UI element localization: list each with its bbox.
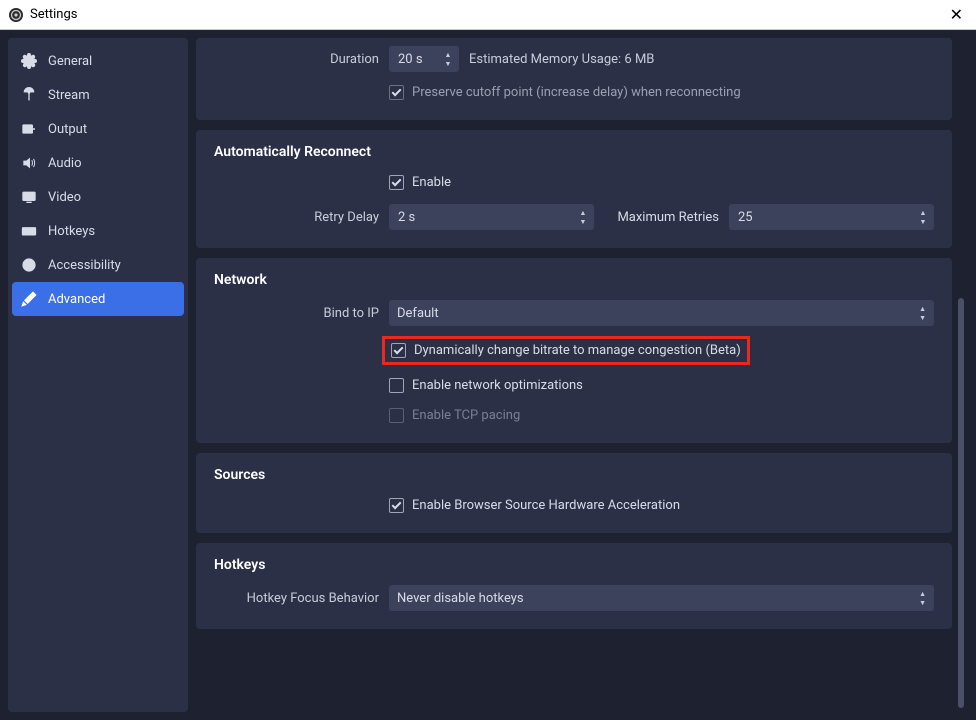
memory-hint: Estimated Memory Usage: 6 MB [469,52,654,67]
hotkey-focus-value: Never disable hotkeys [397,591,524,606]
bind-ip-label: Bind to IP [214,306,379,321]
hotkey-focus-label: Hotkey Focus Behavior [214,591,379,606]
chevron-down-icon: ▼ [919,314,926,322]
window-titlebar: Settings ✕ [0,0,976,30]
sidebar-item-accessibility[interactable]: Accessibility [8,248,188,282]
spin-down-icon[interactable]: ▼ [915,218,931,226]
duration-label: Duration [214,52,379,67]
sidebar-item-label: Accessibility [48,258,121,273]
reconnect-enable-checkbox[interactable] [389,175,404,190]
scrollbar-thumb[interactable] [958,298,964,708]
panel-stream-delay: Duration 20 s ▲▼ Estimated Memory Usage:… [196,38,952,120]
chevron-down-icon: ▼ [919,599,926,607]
panel-title-reconnect: Automatically Reconnect [214,144,934,160]
tcp-pacing-checkbox [389,408,404,423]
sidebar-item-hotkeys[interactable]: Hotkeys [8,214,188,248]
spin-up-icon[interactable]: ▲ [575,209,591,217]
network-opt-checkbox[interactable] [389,378,404,393]
max-retries-spinner[interactable]: 25 ▲▼ [729,204,934,230]
settings-sidebar: General Stream Output Audio Video Hotkey… [8,38,188,712]
sidebar-item-label: Audio [48,156,81,171]
tcp-pacing-label: Enable TCP pacing [412,408,520,423]
window-title: Settings [30,7,77,22]
max-retries-label: Maximum Retries [604,210,719,225]
chevron-up-icon: ▲ [919,590,926,598]
sidebar-item-label: Stream [48,88,90,103]
max-retries-value: 25 [738,210,753,225]
duration-spinner[interactable]: 20 s ▲▼ [389,46,459,72]
panel-title-sources: Sources [214,467,934,483]
preserve-cutoff-label: Preserve cutoff point (increase delay) w… [412,85,741,100]
duration-value: 20 s [398,52,423,67]
dynamic-bitrate-label: Dynamically change bitrate to manage con… [414,343,741,358]
app-icon [8,7,24,23]
panel-title-hotkeys: Hotkeys [214,557,934,573]
sidebar-item-general[interactable]: General [8,44,188,78]
sidebar-item-label: Hotkeys [48,224,95,239]
close-button[interactable]: ✕ [945,5,968,24]
sidebar-item-audio[interactable]: Audio [8,146,188,180]
spin-up-icon[interactable]: ▲ [915,209,931,217]
sidebar-item-stream[interactable]: Stream [8,78,188,112]
sidebar-item-advanced[interactable]: Advanced [12,282,184,316]
output-icon [20,120,38,138]
panel-sources: Sources Enable Browser Source Hardware A… [196,453,952,533]
antenna-icon [20,86,38,104]
bind-ip-select[interactable]: Default ▲▼ [389,300,934,326]
network-opt-label: Enable network optimizations [412,378,583,393]
retry-delay-spinner[interactable]: 2 s ▲▼ [389,204,594,230]
sidebar-item-label: Output [48,122,87,137]
reconnect-enable-label: Enable [412,175,451,190]
accessibility-icon [20,256,38,274]
panel-hotkeys: Hotkeys Hotkey Focus Behavior Never disa… [196,543,952,629]
spin-down-icon[interactable]: ▼ [575,218,591,226]
monitor-icon [20,188,38,206]
retry-delay-label: Retry Delay [214,210,379,225]
browser-accel-label: Enable Browser Source Hardware Accelerat… [412,498,680,513]
speaker-icon [20,154,38,172]
dynamic-bitrate-highlight: Dynamically change bitrate to manage con… [382,336,750,365]
sidebar-item-label: Advanced [48,292,105,307]
hotkey-focus-select[interactable]: Never disable hotkeys ▲▼ [389,585,934,611]
sidebar-item-output[interactable]: Output [8,112,188,146]
settings-content: Duration 20 s ▲▼ Estimated Memory Usage:… [196,38,968,712]
sidebar-item-label: Video [48,190,81,205]
panel-auto-reconnect: Automatically Reconnect Enable Retry Del… [196,130,952,248]
panel-network: Network Bind to IP Default ▲▼ Dynamicall… [196,258,952,443]
browser-accel-checkbox[interactable] [389,498,404,513]
spin-down-icon[interactable]: ▼ [440,60,456,68]
sidebar-item-label: General [48,54,92,69]
dynamic-bitrate-checkbox[interactable] [391,343,406,358]
tools-icon [20,290,38,308]
spin-up-icon[interactable]: ▲ [440,51,456,59]
gear-icon [20,52,38,70]
panel-title-network: Network [214,272,934,288]
sidebar-item-video[interactable]: Video [8,180,188,214]
preserve-cutoff-checkbox [389,85,404,100]
retry-delay-value: 2 s [398,210,415,225]
chevron-up-icon: ▲ [919,305,926,313]
keyboard-icon [20,222,38,240]
bind-ip-value: Default [397,306,439,321]
